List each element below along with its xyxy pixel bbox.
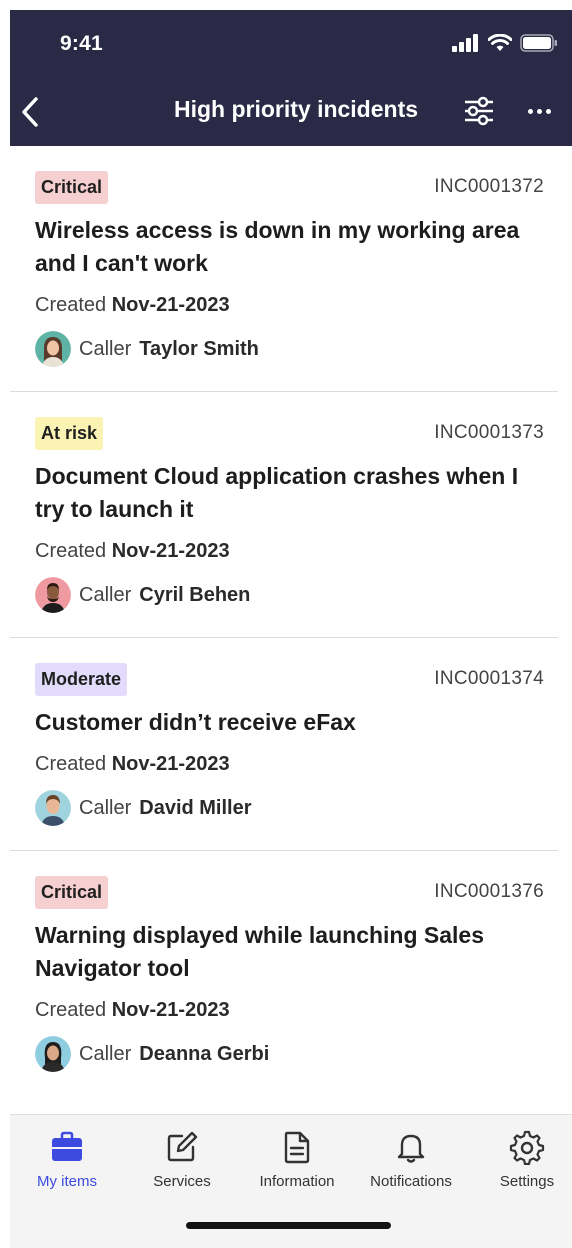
- more-dot-icon: [536, 108, 542, 114]
- priority-badge: Moderate: [35, 662, 128, 696]
- battery-icon: [520, 34, 557, 52]
- priority-badge: At risk: [35, 416, 104, 450]
- incident-card[interactable]: Moderate INC0001374 Customer didn’t rece…: [10, 638, 558, 851]
- more-options-button[interactable]: [524, 96, 554, 126]
- tab-notifications[interactable]: Notifications: [356, 1129, 466, 1190]
- tab-services[interactable]: Services: [127, 1129, 237, 1190]
- created-row: Created Nov-21-2023: [35, 999, 544, 1022]
- phone-screen: 9:41 High priority incidents Critical IN…: [10, 10, 572, 1248]
- incident-title: Customer didn’t receive eFax: [35, 709, 356, 735]
- home-indicator[interactable]: [186, 1222, 391, 1229]
- avatar: [35, 331, 71, 367]
- incident-title: Document Cloud application crashes when …: [35, 463, 519, 522]
- incident-number: INC0001372: [434, 176, 544, 197]
- caller-label: Caller: [79, 337, 132, 360]
- created-date: Nov-21-2023: [111, 753, 230, 775]
- priority-badge: Critical: [35, 875, 109, 909]
- priority-badge: Critical: [35, 170, 109, 204]
- caller-name: Deanna Gerbi: [139, 1042, 270, 1065]
- avatar: [35, 790, 71, 826]
- created-label: Created: [35, 540, 107, 562]
- created-label: Created: [35, 294, 107, 316]
- incident-title: Warning displayed while launching Sales …: [35, 922, 485, 981]
- incident-number: INC0001376: [434, 881, 544, 902]
- caller-label: Caller: [79, 583, 132, 606]
- caller-name: Taylor Smith: [139, 337, 259, 360]
- created-date: Nov-21-2023: [111, 999, 230, 1021]
- tab-label: Services: [153, 1173, 211, 1190]
- caller-label: Caller: [79, 1042, 132, 1065]
- incident-number: INC0001373: [434, 422, 544, 443]
- app-header: 9:41 High priority incidents: [10, 10, 572, 146]
- caller-label: Caller: [79, 796, 132, 819]
- avatar: [35, 1036, 71, 1072]
- caller-row: Caller Deanna Gerbi: [35, 1036, 544, 1096]
- signal-icon: [452, 34, 478, 52]
- created-label: Created: [35, 753, 107, 775]
- tab-label: Settings: [499, 1173, 555, 1190]
- status-icons: [452, 34, 558, 52]
- more-dot-icon: [545, 108, 551, 114]
- created-row: Created Nov-21-2023: [35, 753, 544, 776]
- more-dot-icon: [527, 108, 533, 114]
- created-date: Nov-21-2023: [111, 294, 230, 316]
- tab-my-items[interactable]: My items: [12, 1129, 122, 1190]
- caller-row: Caller Cyril Behen: [35, 577, 544, 637]
- created-label: Created: [35, 999, 107, 1021]
- bell-icon: [397, 1134, 425, 1163]
- tab-label: My items: [37, 1173, 97, 1190]
- avatar: [35, 577, 71, 613]
- tab-label: Information: [259, 1173, 335, 1190]
- incident-card[interactable]: Critical INC0001376 Warning displayed wh…: [10, 851, 558, 1096]
- status-time: 9:41: [60, 32, 103, 55]
- document-icon: [284, 1131, 310, 1164]
- gear-icon: [509, 1130, 545, 1165]
- briefcase-icon: [52, 1131, 82, 1161]
- wifi-icon: [488, 34, 512, 51]
- created-row: Created Nov-21-2023: [35, 540, 544, 563]
- edit-icon: [167, 1131, 198, 1162]
- incident-card[interactable]: Critical INC0001372 Wireless access is d…: [10, 146, 558, 392]
- created-row: Created Nov-21-2023: [35, 294, 544, 317]
- filter-button[interactable]: [462, 94, 496, 128]
- tab-information[interactable]: Information: [242, 1129, 352, 1190]
- tab-label: Notifications: [370, 1173, 452, 1190]
- tab-settings[interactable]: Settings: [472, 1129, 572, 1190]
- incident-title: Wireless access is down in my working ar…: [35, 217, 520, 276]
- incident-list: Critical INC0001372 Wireless access is d…: [10, 146, 572, 1096]
- sliders-icon: [465, 96, 493, 126]
- caller-name: Cyril Behen: [139, 583, 251, 606]
- caller-row: Caller Taylor Smith: [35, 331, 544, 391]
- created-date: Nov-21-2023: [111, 540, 230, 562]
- caller-name: David Miller: [139, 796, 252, 819]
- incident-number: INC0001374: [434, 668, 544, 689]
- caller-row: Caller David Miller: [35, 790, 544, 850]
- incident-card[interactable]: At risk INC0001373 Document Cloud applic…: [10, 392, 558, 638]
